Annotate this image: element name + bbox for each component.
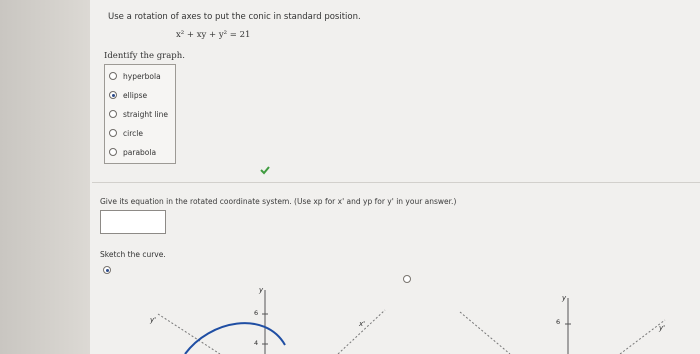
- graph-1-tick-top-label: 6: [254, 309, 259, 317]
- graph-choice-2-radio[interactable]: [403, 275, 411, 283]
- graph-1-plot[interactable]: [140, 290, 300, 354]
- graph-2-rotated-axis: [337, 309, 386, 354]
- graph-choice-1-radio[interactable]: [103, 266, 111, 274]
- sketch-label: Sketch the curve.: [100, 250, 166, 259]
- rotated-equation-input[interactable]: [100, 210, 166, 234]
- graph-1-yprime-label: y': [150, 316, 157, 324]
- graph-2-xprime-label: x': [359, 320, 366, 328]
- graph-1-curve: [184, 322, 286, 354]
- graph-3-diagonal-left: [459, 311, 511, 354]
- graph-1-y-label: y: [259, 286, 264, 294]
- graph-3-yprime-label: y': [659, 324, 666, 332]
- graph-3-y-label: y: [562, 294, 567, 302]
- background-left: [0, 0, 90, 354]
- rotated-equation-prompt: Give its equation in the rotated coordin…: [100, 197, 457, 206]
- graph-1-tick-bottom-label: 4: [254, 339, 259, 347]
- graph-3-tick-top-label: 6: [556, 318, 561, 326]
